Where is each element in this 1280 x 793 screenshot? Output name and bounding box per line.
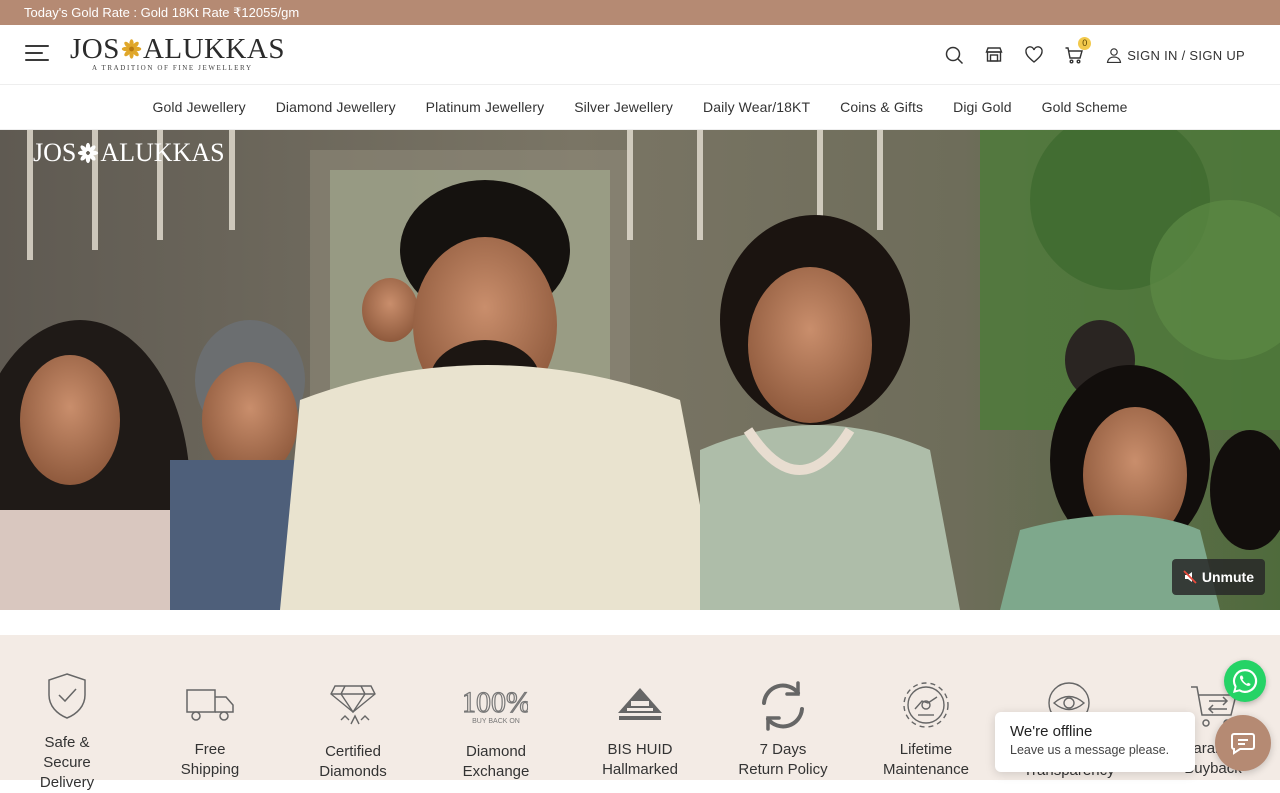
feature-diamond-exchange: 100% BUY BACK ON Diamond Exchange (426, 635, 566, 782)
cart-icon[interactable]: 0 (1064, 37, 1092, 65)
feature-label: Lifetime Maintenance (883, 741, 969, 778)
svg-text:100%: 100% (464, 686, 528, 719)
feature-free-shipping: Free Shipping (140, 635, 280, 780)
signin-label: SIGN IN / SIGN UP (1127, 47, 1245, 63)
feature-label: 7 Days Return Policy (738, 741, 828, 778)
logo-text-right: ALUKKAS (142, 33, 285, 65)
nav-diamond-jewellery[interactable]: Diamond Jewellery (276, 99, 396, 115)
header-actions: 0 SIGN IN / SIGN UP (924, 25, 1245, 85)
brand-logo[interactable]: JOS ALUKKAS A TRADITION OF FINE JEWELLER… (70, 33, 285, 77)
site-header: JOS ALUKKAS A TRADITION OF FINE JEWELLER… (0, 25, 1280, 85)
logo-flower-icon (121, 39, 142, 59)
feature-label: BIS HUID Hallmarked (602, 741, 678, 778)
nav-daily-wear[interactable]: Daily Wear/18KT (703, 99, 810, 115)
feature-lifetime-maintenance: Lifetime Maintenance (856, 635, 996, 780)
whatsapp-icon (1232, 668, 1258, 693)
search-icon[interactable] (944, 45, 964, 65)
nav-platinum-jewellery[interactable]: Platinum Jewellery (426, 99, 545, 115)
feature-label: Diamond Exchange (462, 743, 530, 780)
menu-hamburger-icon[interactable] (25, 45, 49, 63)
offline-chat-popup[interactable]: We're offline Leave us a message please. (995, 712, 1195, 772)
truck-icon (186, 689, 234, 721)
feature-label: Certified Diamonds (319, 743, 387, 780)
hero-logo-right: ALUKKAS (100, 138, 225, 167)
cart-count-badge: 0 (1078, 37, 1092, 50)
svg-text:BUY BACK ON: BUY BACK ON (472, 718, 520, 725)
shield-check-icon (48, 673, 86, 719)
feature-label: Free Shipping (180, 741, 240, 778)
hero-video-frame (0, 130, 1280, 610)
feature-safe-delivery: Safe & Secure Delivery (0, 635, 137, 793)
whatsapp-button[interactable] (1224, 660, 1266, 702)
unmute-label: Unmute (1201, 569, 1254, 585)
nav-coins-gifts[interactable]: Coins & Gifts (840, 99, 923, 115)
feature-return-policy: 7 Days Return Policy (713, 635, 853, 780)
gold-rate-text: Today's Gold Rate : Gold 18Kt Rate ₹1205… (24, 5, 300, 20)
feature-certified-diamonds: Certified Diamonds (283, 635, 423, 782)
offline-subtitle: Leave us a message please. (1010, 743, 1170, 757)
chat-launcher-button[interactable] (1215, 715, 1271, 771)
feature-label: Safe & Secure Delivery (39, 734, 95, 791)
hero-logo: JOS ALUKKAS (33, 138, 225, 168)
hero-video[interactable]: JOS ALUKKAS Unmute (0, 130, 1280, 610)
category-nav: Gold Jewellery Diamond Jewellery Platinu… (0, 85, 1280, 130)
user-icon (1107, 48, 1122, 63)
hero-logo-flower-icon (78, 142, 99, 164)
store-icon[interactable] (984, 45, 1004, 65)
unmute-button[interactable]: Unmute (1171, 559, 1265, 595)
nav-gold-jewellery[interactable]: Gold Jewellery (152, 99, 245, 115)
logo-text-left: JOS (70, 33, 120, 65)
bis-hallmark-icon (618, 688, 662, 720)
feature-bis-huid: BIS HUID Hallmarked (570, 635, 710, 780)
muted-speaker-icon (1183, 570, 1197, 584)
nav-gold-scheme[interactable]: Gold Scheme (1042, 99, 1128, 115)
nav-digi-gold[interactable]: Digi Gold (953, 99, 1011, 115)
hero-logo-left: JOS (33, 138, 77, 167)
chat-bubble-icon (1231, 733, 1255, 755)
signin-link[interactable]: SIGN IN / SIGN UP (1106, 47, 1245, 63)
wishlist-heart-icon[interactable] (1024, 45, 1044, 65)
nav-silver-jewellery[interactable]: Silver Jewellery (574, 99, 673, 115)
maintenance-gear-icon (903, 682, 949, 728)
buyback-100-icon: 100% BUY BACK ON (464, 685, 528, 725)
offline-title: We're offline (1010, 723, 1093, 740)
diamond-certificate-icon (330, 685, 376, 725)
logo-tagline: A TRADITION OF FINE JEWELLERY (92, 64, 253, 72)
gold-rate-bar: Today's Gold Rate : Gold 18Kt Rate ₹1205… (0, 0, 1280, 25)
return-arrows-icon (762, 681, 804, 731)
